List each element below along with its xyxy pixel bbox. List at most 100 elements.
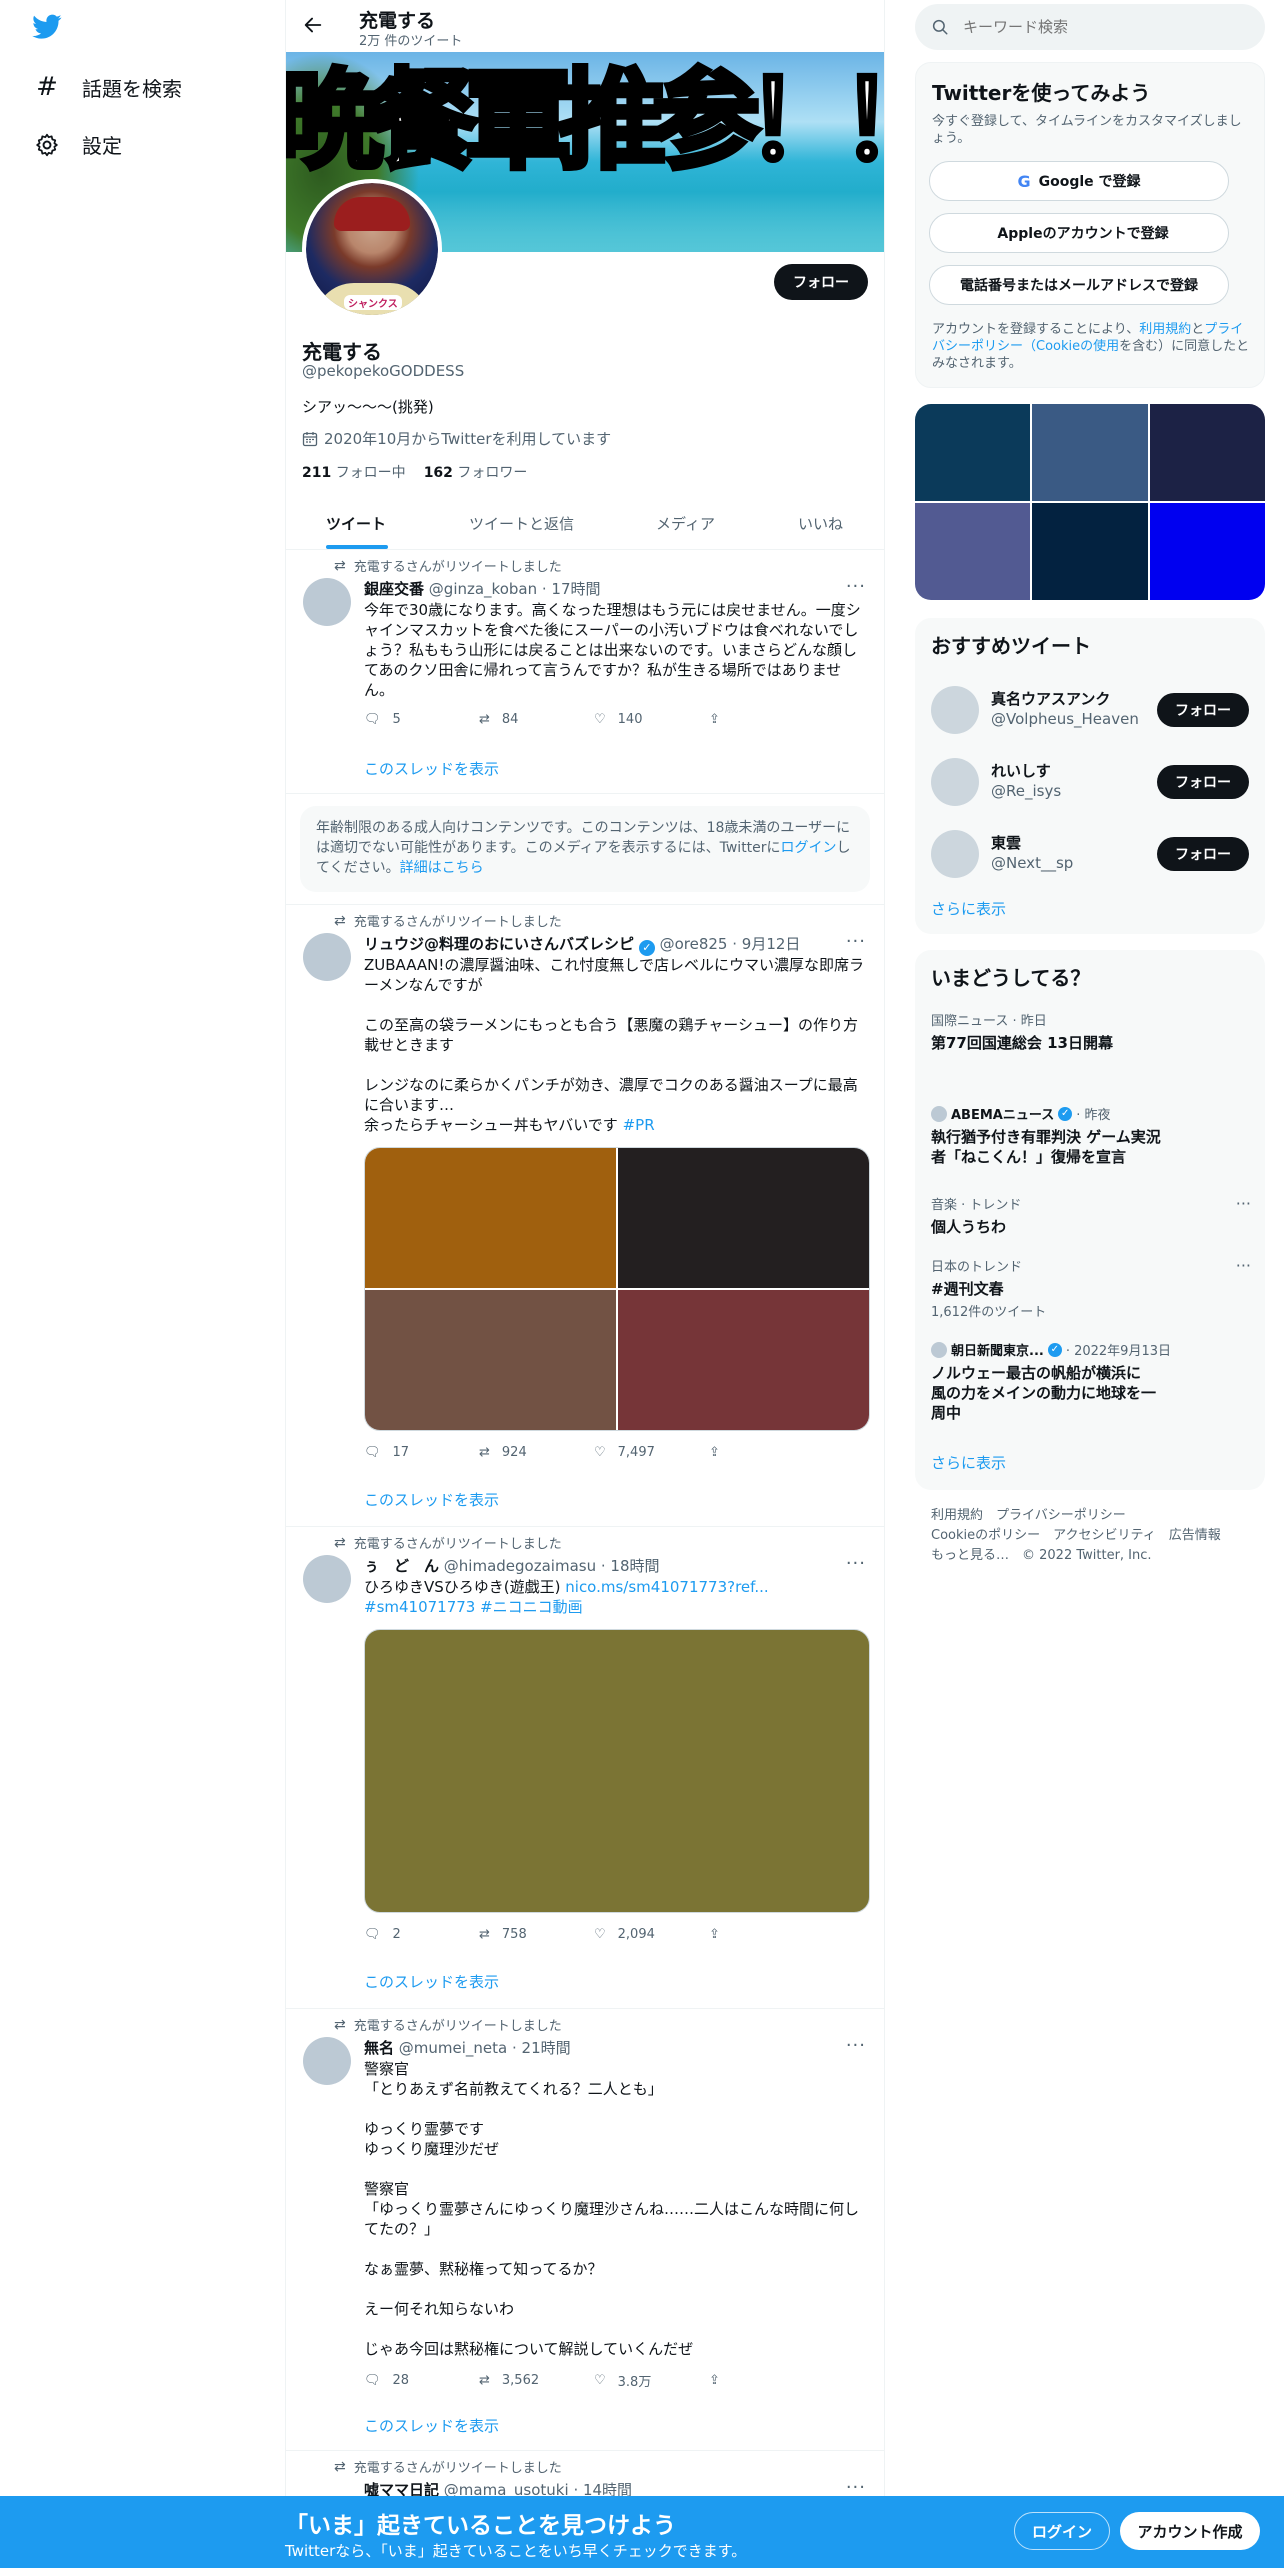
trend-item[interactable]: 音楽 · トレンド 個人うちわ ··· <box>931 1194 1251 1237</box>
google-signup-button[interactable]: G Google で登録 <box>929 161 1229 201</box>
signup-button[interactable]: アカウント作成 <box>1120 2512 1260 2550</box>
share-button[interactable]: ⇪ <box>709 1927 824 1942</box>
author-name[interactable]: ぅ ど ん <box>364 1557 439 1575</box>
follow-button[interactable]: フォロー <box>1157 837 1249 871</box>
author-handle[interactable]: @ginza_koban <box>429 580 537 598</box>
apple-signup-button[interactable]: Appleのアカウントで登録 <box>929 213 1229 253</box>
follow-button[interactable]: フォロー <box>774 264 868 300</box>
author-name[interactable]: リュウジ@料理のおにいさんバズレシピ <box>364 935 634 953</box>
show-more-link[interactable]: さらに表示 <box>931 1452 1006 1473</box>
twitter-logo-icon[interactable] <box>32 14 62 40</box>
trend-item[interactable]: ABEMAニュース ✓ · 昨夜 執行猶予付き有罪判決 ゲーム実況者「ねこくん！… <box>931 1104 1251 1167</box>
show-thread-link[interactable]: このスレッドを表示 <box>364 758 499 779</box>
avatar[interactable] <box>303 933 351 981</box>
recommend-user[interactable]: れいしす @Re_isys フォロー <box>915 746 1265 818</box>
follow-button[interactable]: フォロー <box>1157 693 1249 727</box>
retweet-button[interactable]: ⇄ 758 <box>479 1927 594 1942</box>
tweet-time[interactable]: · 17時間 <box>542 580 601 598</box>
avatar[interactable] <box>303 578 351 626</box>
terms-link[interactable]: 利用規約 <box>1139 322 1191 337</box>
media-image[interactable] <box>618 1290 869 1430</box>
profile-avatar[interactable]: シャンクス <box>302 179 442 319</box>
reply-button[interactable]: 🗨 28 <box>364 2371 479 2390</box>
more-icon[interactable]: ··· <box>846 1553 866 1574</box>
retweet-button[interactable]: ⇄ 924 <box>479 1445 594 1460</box>
search-input[interactable] <box>963 18 1233 36</box>
media-image[interactable] <box>365 1290 616 1430</box>
more-icon[interactable]: ··· <box>846 2477 866 2498</box>
author-name[interactable]: 銀座交番 <box>364 580 424 598</box>
more-icon[interactable]: ··· <box>1236 1256 1251 1275</box>
share-button[interactable]: ⇪ <box>709 2371 824 2390</box>
trend-item[interactable]: 日本のトレンド #週刊文春 1,612件のツイート ··· <box>931 1256 1251 1320</box>
reply-button[interactable]: 🗨 5 <box>364 712 479 727</box>
reply-button[interactable]: 🗨 2 <box>364 1927 479 1942</box>
tweet[interactable]: ⇄ 充電するさんがリツイートしました リュウジ@料理のおにいさんバズレシピ ✓ … <box>286 905 884 1525</box>
like-button[interactable]: ♡ 3.8万 <box>594 2371 709 2390</box>
media-image[interactable] <box>365 1148 616 1288</box>
like-button[interactable]: ♡ 7,497 <box>594 1445 709 1460</box>
retweet-button[interactable]: ⇄ 84 <box>479 712 594 727</box>
followers-stat[interactable]: 162 フォロワー <box>424 462 528 482</box>
avatar[interactable] <box>931 758 979 806</box>
show-more-link[interactable]: さらに表示 <box>931 898 1006 919</box>
tab-replies[interactable]: ツイートと返信 <box>469 513 574 534</box>
tweet-time[interactable]: · 18時間 <box>601 1557 660 1575</box>
more-icon[interactable]: ··· <box>846 2035 866 2056</box>
footer-line[interactable]: もっと見る… © 2022 Twitter, Inc. <box>931 1546 1261 1566</box>
avatar[interactable] <box>931 686 979 734</box>
trend-item[interactable]: 朝日新聞東京... ✓ · 2022年9月13日 ノルウェー最古の帆船が横浜に … <box>931 1340 1251 1423</box>
footer-line[interactable]: 利用規約 プライバシーポリシー <box>931 1506 1261 1526</box>
show-thread-link[interactable]: このスレッドを表示 <box>364 1489 499 1510</box>
avatar[interactable] <box>931 830 979 878</box>
tab-likes[interactable]: いいね <box>798 513 843 534</box>
like-button[interactable]: ♡ 140 <box>594 712 709 727</box>
like-button[interactable]: ♡ 2,094 <box>594 1927 709 1942</box>
tweet[interactable]: ⇄ 充電するさんがリツイートしました ぅ ど ん @himadegozaimas… <box>286 1527 884 2007</box>
recommend-user[interactable]: 東雲 @Next__sp フォロー <box>915 818 1265 890</box>
media-thumbnail[interactable] <box>1032 503 1148 600</box>
share-button[interactable]: ⇪ <box>709 712 824 727</box>
tweet-time[interactable]: · 9月12日 <box>732 935 800 953</box>
show-thread-link[interactable]: このスレッドを表示 <box>364 2415 499 2436</box>
recommend-user[interactable]: 真名ウアスアンク @Volpheus_Heaven フォロー <box>915 674 1265 746</box>
search-box[interactable] <box>915 4 1265 50</box>
tweet-time[interactable]: · 21時間 <box>512 2039 571 2057</box>
share-button[interactable]: ⇪ <box>709 1445 824 1460</box>
media-thumbnail[interactable] <box>1149 404 1265 501</box>
media-thumbnail[interactable] <box>915 503 1031 600</box>
phone-signup-button[interactable]: 電話番号またはメールアドレスで登録 <box>929 265 1229 305</box>
author-handle[interactable]: @mumei_neta <box>399 2039 507 2057</box>
following-stat[interactable]: 211 フォロー中 <box>302 462 406 482</box>
login-link[interactable]: ログイン <box>781 840 837 856</box>
reply-button[interactable]: 🗨 17 <box>364 1445 479 1460</box>
show-thread-link[interactable]: このスレッドを表示 <box>364 1971 499 1992</box>
media-thumbnail[interactable] <box>1032 404 1148 501</box>
media-image[interactable] <box>618 1148 869 1288</box>
hashtag-link[interactable]: #PR <box>623 1116 655 1134</box>
tab-media[interactable]: メディア <box>656 513 715 534</box>
media-thumbnail[interactable] <box>915 404 1031 501</box>
more-icon[interactable]: ··· <box>846 576 866 597</box>
author-name[interactable]: 無名 <box>364 2039 394 2057</box>
avatar[interactable] <box>303 1555 351 1603</box>
footer-line[interactable]: Cookieのポリシー アクセシビリティ 広告情報 <box>931 1526 1261 1546</box>
avatar[interactable] <box>303 2037 351 2085</box>
more-icon[interactable]: ··· <box>1236 1194 1251 1213</box>
nav-explore[interactable]: # 話題を検索 <box>34 72 182 102</box>
author-handle[interactable]: @himadegozaimasu <box>444 1557 596 1575</box>
tweet[interactable]: ⇄ 充電するさんがリツイートしました 銀座交番 @ginza_koban · 1… <box>286 550 884 792</box>
media-video[interactable] <box>364 1629 870 1913</box>
details-link[interactable]: 詳細はこちら <box>400 860 484 876</box>
nav-settings[interactable]: 設定 <box>34 130 122 159</box>
tweet[interactable]: ⇄ 充電するさんがリツイートしました 無名 @mumei_neta · 21時間… <box>286 2009 884 2449</box>
tab-tweets[interactable]: ツイート <box>326 513 386 534</box>
retweet-button[interactable]: ⇄ 3,562 <box>479 2371 594 2390</box>
follow-button[interactable]: フォロー <box>1157 765 1249 799</box>
media-thumbnail[interactable] <box>1149 503 1265 600</box>
author-handle[interactable]: @ore825 <box>660 935 728 953</box>
trend-item[interactable]: 国際ニュース · 昨日 第77回国連総会 13日開幕 <box>931 1010 1251 1053</box>
back-arrow-icon[interactable] <box>302 14 324 36</box>
login-button[interactable]: ログイン <box>1014 2512 1110 2550</box>
more-icon[interactable]: ··· <box>846 931 866 952</box>
